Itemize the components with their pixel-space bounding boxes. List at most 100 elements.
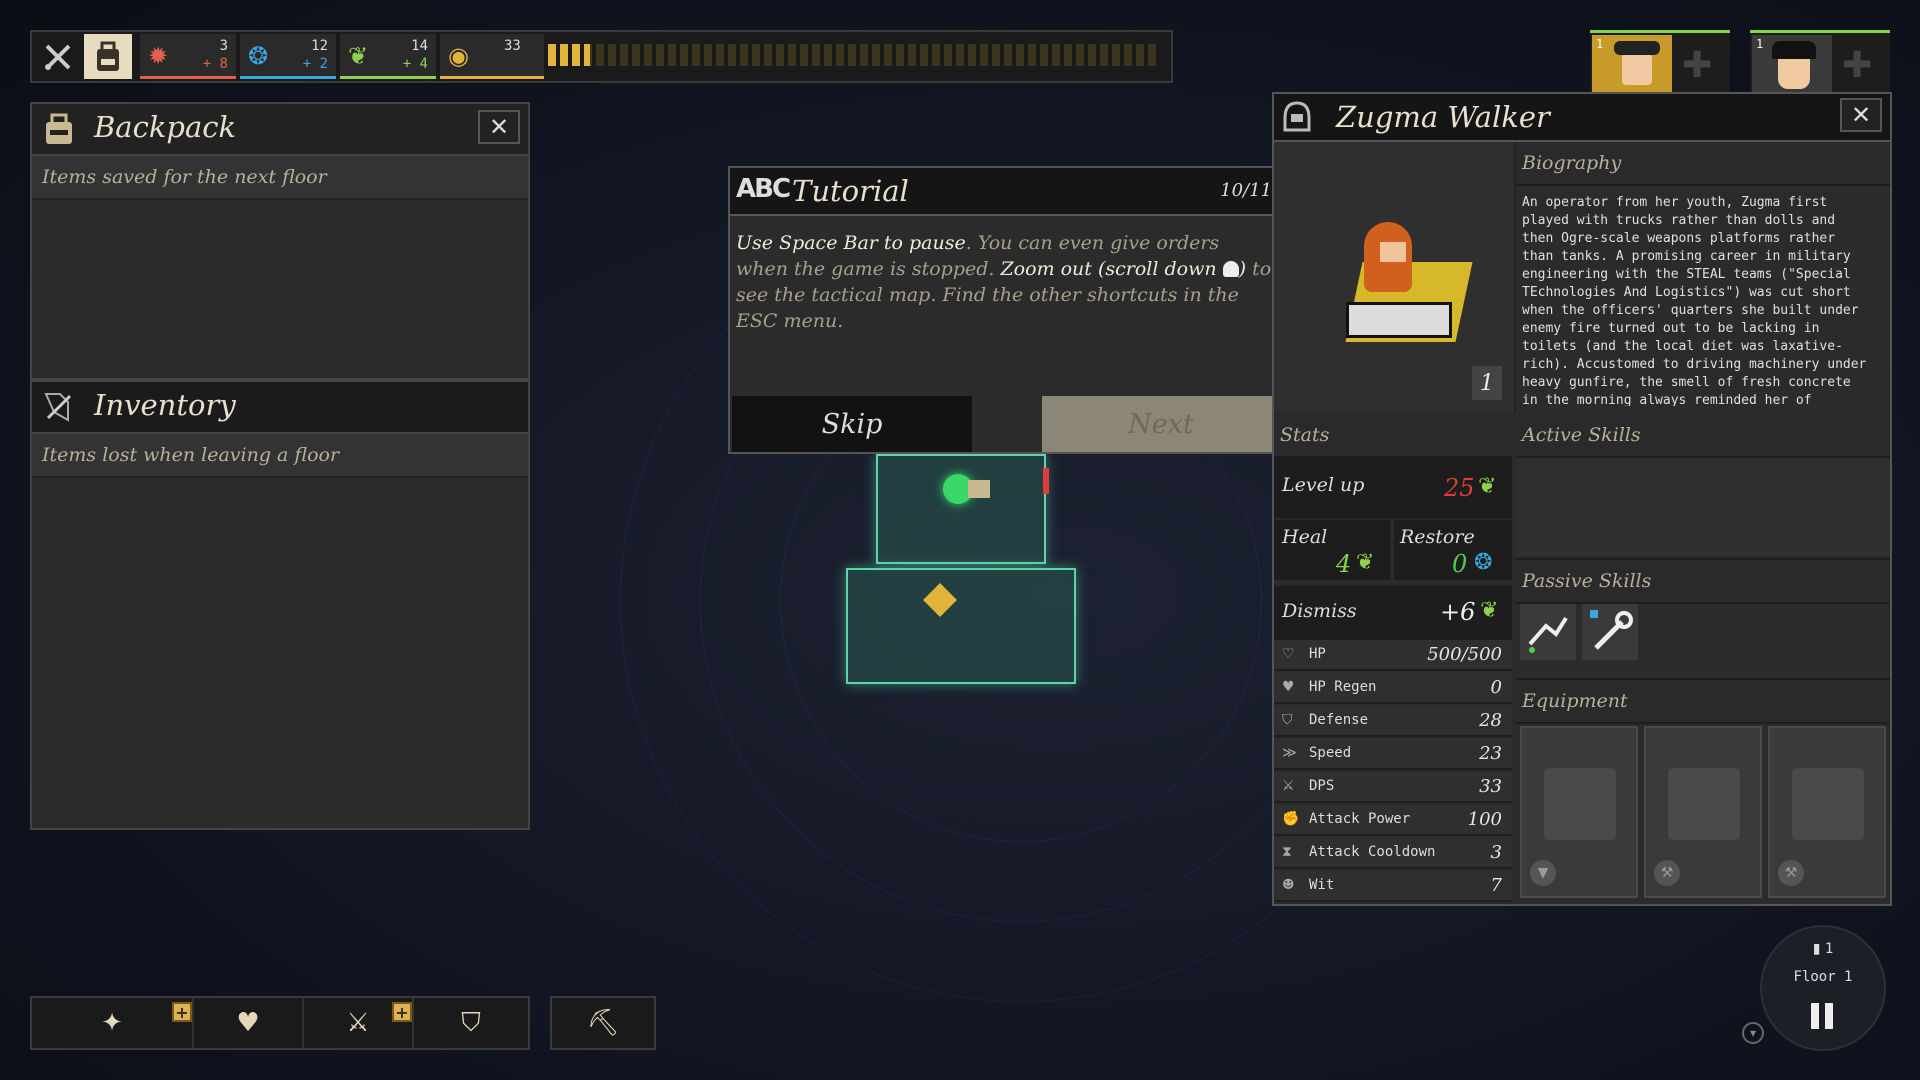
glove-icon — [1792, 768, 1864, 840]
equipment-title: Equipment — [1522, 690, 1628, 712]
leaf-icon: ❦ — [1356, 550, 1375, 575]
gold-crystal-icon[interactable] — [923, 583, 957, 617]
gold-progress-track — [548, 44, 1158, 66]
gears-gain: + 8 — [202, 56, 228, 72]
level-up-button[interactable]: Level up 25 ❦ — [1274, 458, 1512, 520]
floor-label: Floor 1 — [1793, 969, 1853, 985]
biography-header: Biography — [1516, 142, 1890, 186]
dps-icon: ⚔ — [1282, 778, 1295, 794]
abc-icon: ABC — [736, 174, 791, 204]
map-room-upper[interactable] — [876, 454, 1046, 564]
restore-cost: 0 — [1452, 550, 1468, 578]
compass-button[interactable]: ✦ — [32, 998, 194, 1048]
souls-gain: + 2 — [302, 56, 328, 72]
passive-skill-repair[interactable] — [1582, 604, 1638, 660]
equipment-slots: ▼ ⚒ ⚒ — [1520, 726, 1890, 902]
tool-slot-2[interactable]: ⚒ — [1768, 726, 1886, 898]
souls-resource: ❂ 12 + 2 — [240, 34, 336, 79]
party-member-1[interactable]: 1 ✚ — [1590, 30, 1730, 93]
active-skills-title: Active Skills — [1522, 424, 1641, 446]
stat-label: HP Regen — [1309, 679, 1377, 695]
backpack-panel: Backpack ✕ Items saved for the next floo… — [30, 102, 530, 380]
next-label: Next — [1128, 408, 1194, 440]
stat-label: Attack Cooldown — [1309, 844, 1436, 860]
compass-icon: ✦ — [101, 1008, 123, 1038]
party-member-2[interactable]: 1 ✚ — [1750, 30, 1890, 93]
hero-panel: Zugma Walker ✕ 1 Biography An operator f… — [1272, 92, 1892, 906]
running-wrench-icon — [1528, 616, 1568, 653]
next-button[interactable]: Next — [1042, 396, 1280, 452]
stat-row-speed: ≫ Speed 23 — [1274, 739, 1512, 770]
active-skills-slots[interactable] — [1516, 458, 1890, 556]
stat-row-wit: ☻ Wit 7 — [1274, 871, 1512, 902]
restore-button[interactable]: Restore 0 ❂ — [1394, 520, 1512, 580]
close-backpack-button[interactable]: ✕ — [478, 110, 520, 144]
biography-section: Biography An operator from her youth, Zu… — [1516, 142, 1890, 412]
stat-row-attack-cooldown: ⧗ Attack Cooldown 3 — [1274, 838, 1512, 869]
tutorial-text-bold: ) — [1238, 258, 1247, 280]
tutorial-header: ABC Tutorial 10/11 — [730, 168, 1280, 216]
stat-label: Attack Power — [1309, 811, 1411, 827]
close-hero-button[interactable]: ✕ — [1840, 98, 1882, 132]
door-icon: ▮ — [1812, 941, 1821, 957]
add-icon[interactable]: ✚ — [1842, 45, 1872, 86]
defend-action-button[interactable]: ⛉ — [414, 998, 528, 1048]
heal-action-button[interactable]: ♥ — [194, 998, 304, 1048]
dismiss-button[interactable]: Dismiss +6 ❦ — [1274, 584, 1512, 640]
backpack-slots[interactable] — [32, 200, 528, 378]
backpack-button[interactable] — [84, 34, 132, 79]
dismiss-value: +6 — [1440, 598, 1476, 626]
close-icon: ✕ — [1850, 101, 1872, 129]
skip-button[interactable]: Skip — [732, 396, 972, 452]
biography-text: An operator from her youth, Zugma first … — [1522, 195, 1867, 406]
tool-slot-1[interactable]: ⚒ — [1644, 726, 1762, 898]
heal-button[interactable]: Heal 4 ❦ — [1274, 520, 1392, 580]
map-room-lower[interactable] — [846, 568, 1076, 684]
armor-slot[interactable]: ▼ — [1520, 726, 1638, 898]
stat-value: 23 — [1479, 743, 1502, 764]
level-up-cost: 25 — [1444, 474, 1475, 502]
backpack-icon — [97, 41, 119, 71]
leaves-gain: + 4 — [402, 56, 428, 72]
active-skills-header: Active Skills — [1516, 414, 1890, 458]
inventory-header: Inventory — [32, 382, 528, 434]
pause-button[interactable] — [1805, 999, 1841, 1035]
tutorial-text-bold: Zoom out (scroll down — [1000, 258, 1223, 280]
pause-icon — [1811, 1003, 1819, 1029]
inventory-subtitle: Items lost when leaving a floor — [42, 444, 340, 466]
fist-icon: ✊ — [1282, 811, 1300, 827]
gold-resource: ◉ 33 — [440, 34, 544, 79]
add-icon[interactable]: ✚ — [1682, 45, 1712, 86]
tutorial-text-bold: Use Space Bar to pause — [736, 232, 966, 254]
inventory-panel: Inventory Items lost when leaving a floo… — [30, 380, 530, 830]
stat-value: 7 — [1490, 875, 1502, 896]
leaf-icon: ❦ — [1480, 598, 1499, 623]
equipment-header: Equipment — [1516, 678, 1890, 724]
gold-count: 33 — [504, 38, 521, 54]
floor-indicator: ▮ 1 Floor 1 — [1760, 925, 1886, 1051]
floor-count: 1 — [1824, 941, 1834, 957]
inventory-slots[interactable] — [32, 478, 528, 828]
passive-skill-engineer[interactable] — [1520, 604, 1576, 660]
party-badge: 1 — [1756, 37, 1764, 51]
stat-label: Defense — [1309, 712, 1369, 728]
tutorial-title: Tutorial — [792, 174, 909, 208]
tutorial-progress: 10/11 — [1220, 180, 1272, 201]
coin-icon: ◉ — [448, 42, 469, 70]
stat-value: 3 — [1490, 842, 1502, 863]
hero-portrait-area: 1 — [1274, 142, 1516, 412]
portrait: 1 — [1752, 35, 1832, 93]
level-up-label: Level up — [1282, 474, 1365, 496]
collapse-button[interactable]: ▾ — [1742, 1022, 1764, 1044]
inventory-title: Inventory — [94, 388, 236, 422]
hero-header: Zugma Walker ✕ — [1274, 94, 1890, 142]
shirt-icon: ▼ — [1530, 860, 1556, 886]
build-icon: ⛏ — [586, 1008, 620, 1038]
stat-value: 100 — [1467, 809, 1502, 830]
hero-action-bar: ✦ + ♥ ⚔ + ⛉ — [30, 996, 530, 1050]
armor-icon — [1544, 768, 1616, 840]
leaf-icon: ❦ — [1478, 474, 1497, 499]
tools-button[interactable] — [34, 34, 82, 79]
close-icon: ✕ — [488, 113, 510, 141]
build-button[interactable]: ⛏ — [550, 996, 656, 1050]
